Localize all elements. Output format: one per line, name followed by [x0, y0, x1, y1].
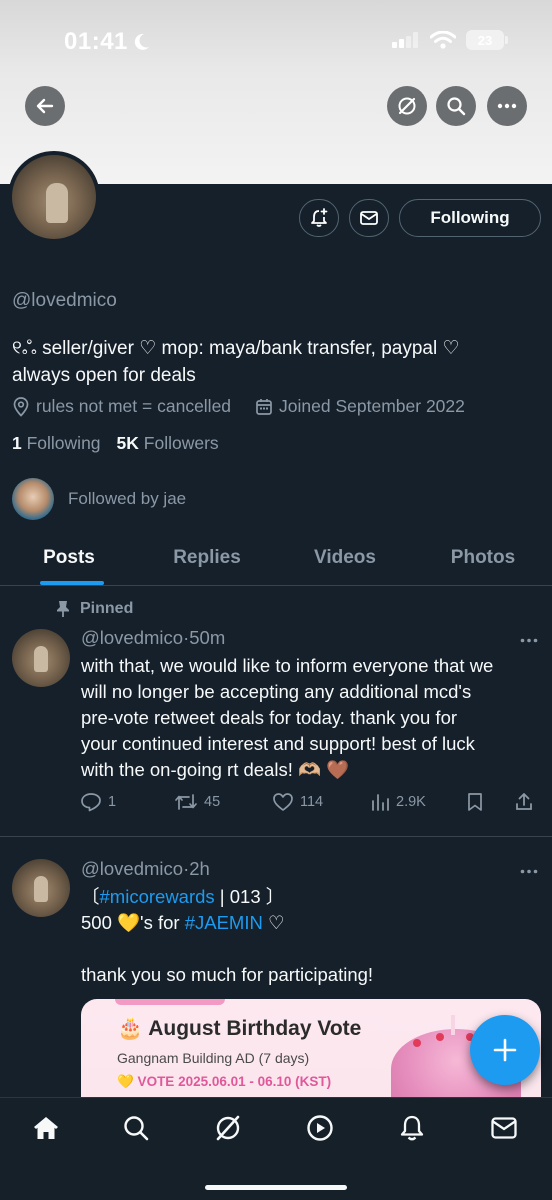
- card-vote-dates: 💛 VOTE 2025.06.01 - 06.10 (KST): [117, 1074, 332, 1089]
- share-button[interactable]: [514, 792, 538, 812]
- following-stat[interactable]: 1 Following: [12, 433, 101, 454]
- notifications-button[interactable]: [299, 199, 339, 237]
- nav-video[interactable]: [300, 1112, 340, 1144]
- battery-indicator: 23: [466, 30, 508, 50]
- retweet-icon: [175, 794, 197, 810]
- pinned-label: Pinned: [56, 600, 133, 618]
- more-horizontal-icon: [497, 103, 517, 109]
- search-icon: [124, 1116, 149, 1141]
- following-button[interactable]: Following: [399, 199, 541, 237]
- strawberry: [413, 1039, 421, 1047]
- profile-avatar[interactable]: [8, 151, 100, 243]
- home-indicator: [205, 1185, 347, 1190]
- tab-posts[interactable]: Posts: [0, 530, 138, 585]
- tab-photos[interactable]: Photos: [414, 530, 552, 585]
- bell-plus-icon: [311, 208, 328, 227]
- profile-bio: ୧ஃ seller/giver ♡ mop: maya/bank transfe…: [12, 338, 460, 386]
- follower-avatar: [12, 478, 54, 520]
- card-banner-strip: [115, 999, 225, 1005]
- tweet-text: with that, we would like to inform every…: [81, 655, 494, 780]
- tweet-divider: [0, 836, 552, 837]
- profile-joined: Joined September 2022: [279, 396, 465, 416]
- avatar-figure: [34, 646, 48, 672]
- nav-search[interactable]: [116, 1112, 156, 1144]
- profile-handle: @lovedmico: [12, 290, 117, 311]
- candle: [451, 1015, 455, 1035]
- plus-icon: [493, 1038, 517, 1062]
- home-icon: [34, 1117, 58, 1139]
- profile-tabs: Posts Replies Videos Photos: [0, 530, 552, 586]
- heart-icon: [273, 793, 293, 811]
- more-horizontal-icon: [520, 638, 538, 643]
- back-button[interactable]: [25, 86, 65, 126]
- mail-icon: [491, 1117, 517, 1139]
- avatar-figure: [34, 876, 48, 902]
- nav-grok[interactable]: [208, 1112, 248, 1144]
- like-button[interactable]: 114: [272, 792, 370, 812]
- tweet-header: @lovedmico·2h: [81, 858, 210, 880]
- tweet-header: @lovedmico·50m: [81, 627, 225, 649]
- play-circle-icon: [307, 1115, 333, 1141]
- followed-by[interactable]: Followed by jae: [12, 478, 186, 520]
- tweet-line: thank you so much for participating!: [81, 964, 374, 985]
- hashtag-link[interactable]: #JAEMIN: [185, 912, 263, 933]
- card-title: 🎂 August Birthday Vote: [117, 1017, 362, 1040]
- grok-button[interactable]: [387, 86, 427, 126]
- card-subtitle: Gangnam Building AD (7 days): [117, 1050, 310, 1066]
- tweet-actions: 1 45 114 2.9K: [80, 788, 540, 816]
- cellular-signal-icon: [392, 32, 418, 48]
- tweet-more-button[interactable]: [520, 626, 538, 649]
- grok-icon: [398, 97, 416, 115]
- reply-icon: [81, 793, 101, 812]
- pin-icon: [57, 601, 69, 617]
- followers-stat[interactable]: 5K Followers: [117, 433, 219, 454]
- status-bar: 01:41 23: [0, 0, 552, 84]
- nav-messages[interactable]: [484, 1112, 524, 1144]
- follow-stats: 1 Following 5K Followers: [12, 433, 219, 454]
- bookmark-icon: [468, 793, 482, 811]
- location-pin-icon: [13, 396, 29, 417]
- tweet-author[interactable]: @lovedmico: [81, 858, 183, 879]
- avatar-figure: [46, 183, 68, 223]
- tweet-avatar[interactable]: [12, 859, 70, 917]
- status-icons: 23: [392, 30, 508, 50]
- tweet-line: 500 💛's for #JAEMIN ♡: [81, 912, 285, 933]
- compose-button[interactable]: [470, 1015, 540, 1085]
- message-button[interactable]: [349, 199, 389, 237]
- tweet-time[interactable]: 50m: [189, 627, 225, 648]
- tweet-more-button[interactable]: [520, 857, 538, 880]
- tweet-author[interactable]: @lovedmico: [81, 627, 183, 648]
- tweet-time[interactable]: 2h: [189, 858, 210, 879]
- reply-button[interactable]: 1: [80, 792, 174, 812]
- tweet-line: 〔#micorewards | 013 〕: [81, 886, 285, 907]
- tweet-avatar[interactable]: [12, 629, 70, 687]
- mail-icon: [360, 211, 378, 225]
- views-chart-icon: [372, 794, 389, 811]
- tweet-text: 〔#micorewards | 013 〕 500 💛's for #JAEMI…: [81, 884, 541, 988]
- retweet-button[interactable]: 45: [174, 793, 272, 811]
- bell-icon: [400, 1115, 424, 1141]
- wifi-icon: [430, 31, 456, 49]
- search-button[interactable]: [436, 86, 476, 126]
- hashtag-link[interactable]: #micorewards: [100, 886, 215, 907]
- tab-replies[interactable]: Replies: [138, 530, 276, 585]
- status-time: 01:41: [64, 28, 150, 56]
- calendar-icon: [256, 398, 272, 415]
- nav-notifications[interactable]: [392, 1112, 432, 1144]
- strawberry: [436, 1033, 444, 1041]
- search-icon: [447, 97, 466, 116]
- profile-location: rules not met = cancelled: [36, 396, 232, 416]
- tab-videos[interactable]: Videos: [276, 530, 414, 585]
- grok-icon: [216, 1115, 240, 1141]
- moon-icon: [134, 33, 149, 50]
- share-icon: [516, 793, 532, 810]
- nav-home[interactable]: [26, 1112, 66, 1144]
- more-horizontal-icon: [520, 869, 538, 874]
- bookmark-button[interactable]: [466, 792, 514, 812]
- profile-meta: rules not met = cancelled Joined Septemb…: [12, 396, 465, 417]
- more-options-button[interactable]: [487, 86, 527, 126]
- arrow-left-icon: [36, 98, 54, 114]
- views-button[interactable]: 2.9K: [370, 793, 466, 811]
